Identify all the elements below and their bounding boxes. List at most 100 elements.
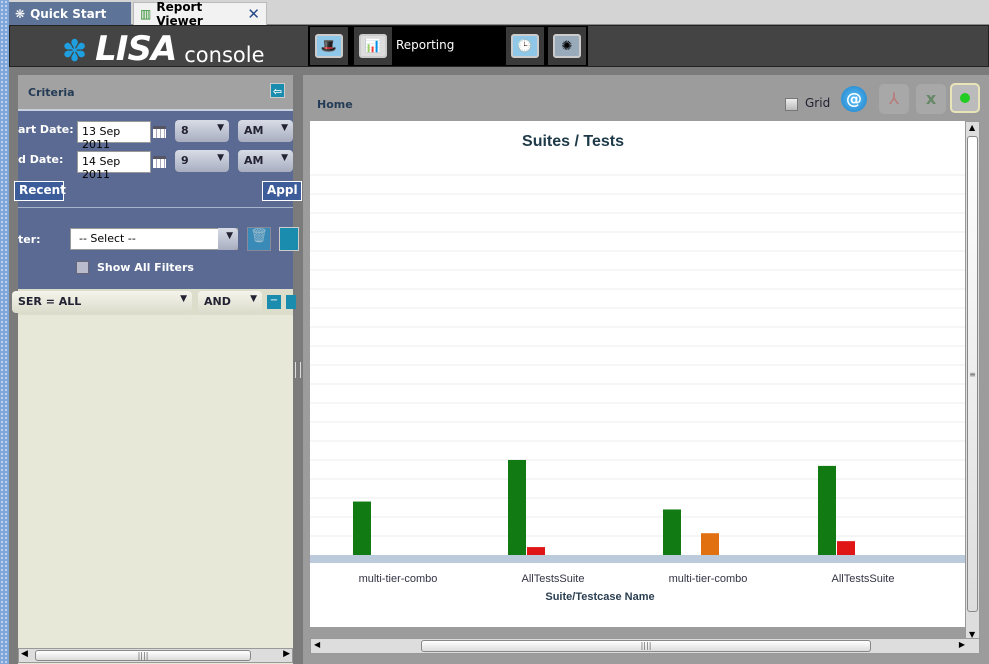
filter-expression-row: SER = ALL ▼ AND ▼ − [12, 289, 296, 315]
filter-expression-value: SER = ALL [18, 295, 82, 308]
chart-horizontal-scrollbar[interactable]: ◀ |||| ▶ [310, 638, 980, 654]
criteria-form: art Date: 13 Sep 2011 8 ▼ AM ▼ d Date: 14 … [14, 109, 302, 289]
filter-label: ter: [18, 233, 41, 246]
bar [701, 533, 719, 555]
scroll-thumb[interactable]: ≡ [967, 136, 978, 612]
nav-reporting-button[interactable]: 📊 [354, 27, 392, 65]
start-hour-select[interactable]: 8 ▼ [175, 120, 229, 142]
scroll-thumb[interactable]: |||| [35, 650, 251, 661]
scroll-up-icon[interactable]: ▲ [969, 123, 975, 132]
email-icon[interactable]: @ [841, 86, 867, 112]
end-date-input[interactable]: 14 Sep 2011 [77, 151, 151, 181]
nav-hat-button[interactable]: 🎩 [310, 27, 348, 65]
chevron-down-icon: ▼ [217, 153, 224, 163]
quick-start-icon: ❋ [15, 6, 26, 21]
end-date-label: d Date: [18, 153, 64, 166]
scroll-thumb[interactable]: |||| [421, 640, 871, 652]
divider [18, 207, 293, 208]
x-tick-label: multi-tier-combo [359, 573, 438, 585]
chart-title: Suites / Tests [522, 133, 624, 150]
splitter-handle[interactable] [295, 362, 301, 378]
end-hour-value: 9 [181, 154, 189, 167]
grid-label: Grid [805, 96, 831, 110]
show-all-filters-label: Show All Filters [97, 261, 194, 274]
tab-label: Quick Start [30, 6, 107, 21]
chart-vertical-scrollbar[interactable]: ▲ ≡ ▼ [965, 121, 980, 641]
scroll-left-icon[interactable]: ◀ [21, 649, 28, 659]
remove-filter-icon[interactable]: − [267, 295, 281, 309]
start-date-label: art Date: [18, 123, 74, 136]
end-ampm-value: AM [244, 154, 264, 167]
end-hour-select[interactable]: 9 ▼ [175, 150, 229, 172]
breadcrumb[interactable]: Home [317, 98, 353, 111]
scroll-left-icon[interactable]: ◀ [314, 640, 320, 649]
chevron-down-icon: ▼ [250, 294, 257, 304]
database-icon[interactable] [950, 83, 980, 113]
bar [353, 501, 371, 555]
chevron-down-icon: ▼ [226, 231, 233, 241]
nav-reporting-label: Reporting [396, 38, 455, 52]
chart-svg: Suites / Tests multi-tier-combo AllTestsSu… [310, 133, 989, 603]
x-tick-label: AllTestsSuite [522, 573, 585, 585]
x-axis-label: Suite/Testcase Name [545, 591, 654, 603]
close-icon[interactable]: ✕ [247, 5, 260, 23]
end-ampm-select[interactable]: AM ▼ [238, 150, 293, 172]
bar [837, 541, 855, 555]
trash-icon[interactable]: 🗑 [247, 227, 271, 251]
operator-select[interactable]: AND ▼ [198, 291, 262, 313]
bar [818, 465, 836, 555]
start-hour-value: 8 [181, 124, 189, 137]
scroll-right-icon[interactable]: ▶ [283, 649, 290, 659]
criteria-header: Criteria ⇦ [18, 75, 293, 109]
chevron-down-icon: ▼ [217, 123, 224, 133]
x-tick-label: AllTestsSuite [832, 573, 895, 585]
app-header: ✽ LISA console 🎩 📊 Reporting 🕒 ✺ [9, 25, 989, 69]
desktop-edge [0, 0, 9, 664]
nav-fan-button[interactable]: ✺ [548, 27, 586, 65]
show-all-filters-checkbox[interactable] [76, 261, 89, 274]
scroll-right-icon[interactable]: ▶ [959, 640, 965, 649]
start-ampm-value: AM [244, 124, 264, 137]
start-date-input[interactable]: 13 Sep 2011 [77, 121, 151, 151]
report-panel: Home Grid @ ⅄ x Suites / Tests multi-tier… [303, 75, 989, 664]
nav-clock-button[interactable]: 🕒 [506, 27, 544, 65]
recent-button[interactable]: Recent [14, 181, 66, 201]
lisa-logo: ✽ LISA console [62, 29, 265, 69]
report-icon: ▥ [140, 7, 152, 21]
collapse-left-icon[interactable]: ⇦ [270, 83, 285, 98]
calendar-icon[interactable] [153, 156, 166, 168]
fan-icon: ✺ [553, 34, 581, 58]
left-horizontal-scrollbar[interactable]: ◀ |||| ▶ [18, 648, 293, 663]
bar [527, 547, 545, 555]
start-ampm-select[interactable]: AM ▼ [238, 120, 293, 142]
reporting-icon: 📊 [359, 34, 387, 58]
add-filter-icon[interactable] [286, 295, 296, 309]
x-axis-band [310, 555, 965, 563]
clock-icon: 🕒 [511, 34, 539, 58]
tab-quick-start[interactable]: ❋ Quick Start [9, 2, 131, 25]
chevron-down-icon: ▼ [281, 153, 288, 163]
bar [663, 509, 681, 555]
tab-report-viewer[interactable]: ▥ Report Viewer ✕ [133, 0, 267, 28]
excel-export-icon[interactable]: x [916, 84, 946, 114]
nav-bar: 🎩 📊 Reporting 🕒 ✺ [308, 26, 588, 66]
criteria-title: Criteria [28, 86, 75, 99]
save-icon[interactable] [279, 227, 299, 251]
filter-dropdown-button[interactable]: ▼ [218, 228, 238, 250]
tab-label: Report Viewer [156, 0, 203, 28]
apply-button[interactable]: Appl [262, 181, 302, 201]
calendar-icon[interactable] [153, 126, 166, 138]
chevron-down-icon: ▼ [180, 294, 187, 304]
tab-bar: ❋ Quick Start ▥ Report Viewer ✕ [9, 0, 989, 28]
operator-value: AND [204, 295, 231, 308]
criteria-panel: Criteria ⇦ art Date: 13 Sep 2011 8 ▼ AM ▼ d… [12, 75, 302, 664]
hat-icon: 🎩 [315, 34, 343, 58]
bar [508, 459, 526, 555]
chevron-down-icon: ▼ [281, 123, 288, 133]
grid-checkbox[interactable] [785, 98, 798, 111]
filter-select[interactable]: -- Select -- [70, 228, 238, 250]
chart-area: Suites / Tests multi-tier-combo AllTestsSu… [310, 121, 989, 627]
filter-expression-select[interactable]: SER = ALL ▼ [12, 291, 192, 313]
pdf-export-icon[interactable]: ⅄ [879, 84, 909, 114]
x-tick-label: multi-tier-combo [669, 573, 748, 585]
